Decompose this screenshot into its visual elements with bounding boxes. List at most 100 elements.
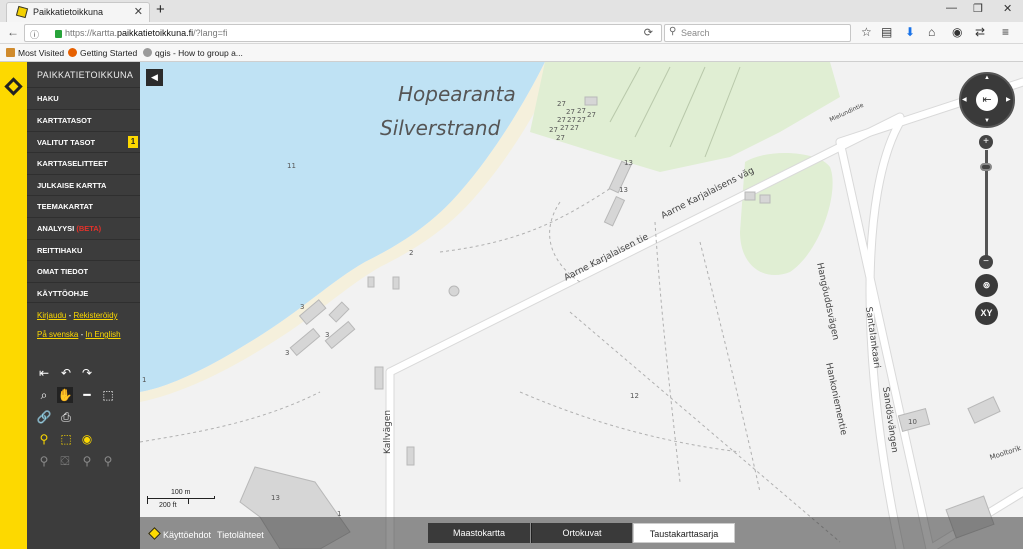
undo-icon[interactable]: ↶ [58,365,74,381]
register-link[interactable]: Rekisteröidy [74,311,118,320]
measure-area-icon[interactable]: ⬚ [100,387,116,403]
browser-tab[interactable]: Paikkatietoikkuna ✕ [6,2,150,22]
xy-coordinate-button[interactable]: XY [975,302,998,325]
bookmark-star-icon[interactable]: ☆ [861,25,872,39]
menu-omat-tiedot[interactable]: OMAT TIEDOT [27,260,140,281]
menu-analyysi[interactable]: ANALYYSI (BETA) [27,217,140,238]
reset-map-icon[interactable]: ⇤ [974,87,1000,113]
window-close-icon[interactable]: ✕ [1003,2,1012,15]
pan-hand-icon[interactable]: ✋ [57,387,73,403]
bookmark-label: Getting Started [80,48,138,58]
map-number: 27 [549,126,558,134]
pan-down-icon[interactable]: ▼ [984,118,990,124]
measure-line-icon[interactable]: ━ [79,387,95,403]
sea-area [140,62,545,392]
zoom-slider-handle[interactable] [980,163,992,171]
url-prefix: https://kartta. [65,28,118,38]
menu-label: KARTTATASOT [37,116,92,125]
link-icon[interactable]: 🔗 [36,409,52,425]
map-number: 27 [557,100,566,108]
select-area-icon[interactable]: ⬚ [58,431,74,447]
separator: - [80,330,84,339]
remove-marker-icon[interactable]: ⚲ [100,453,116,469]
my-location-button[interactable]: ⊚ [975,274,998,297]
close-tab-icon[interactable]: ✕ [134,5,143,18]
url-suffix: /?lang=fi [193,28,228,38]
bookmark-getting-started[interactable]: Getting Started [68,48,137,58]
new-tab-icon[interactable]: + [156,1,165,18]
add-point-icon[interactable]: ⚲ [36,453,52,469]
add-area-icon[interactable]: ⛋ [57,453,73,469]
pan-right-icon[interactable]: ▶ [1006,96,1011,103]
selected-layers-badge: 1 [128,136,138,148]
basemap-taustakarttasarja[interactable]: Taustakarttasarja [633,523,735,543]
login-links: Kirjaudu - Rekisteröidy [37,311,118,320]
search-icon: ⚲ [669,26,677,37]
home-icon[interactable]: ⌂ [928,25,935,39]
swedish-link[interactable]: På svenska [37,330,78,339]
search-placeholder: Search [681,28,710,38]
menu-karttatasot[interactable]: KARTTATASOT [27,109,140,130]
menu-karttaselitteet[interactable]: KARTTASELITTEET [27,152,140,173]
menu-reittihaku[interactable]: REITTIHAKU [27,239,140,260]
reset-view-icon[interactable]: ⇤ [36,365,52,381]
terms-link[interactable]: Käyttöehdot [163,530,211,540]
menu-julkaise-kartta[interactable]: JULKAISE KARTTA [27,174,140,195]
map-number: 10 [908,418,917,426]
reload-icon[interactable]: ⟳ [644,26,653,39]
place-name-fi: Hopearanta [398,82,516,106]
map-number: 2 [409,249,414,257]
map-canvas [140,62,1023,549]
bookmark-label: Most Visited [18,48,65,58]
menu-label: OMAT TIEDOT [37,267,89,276]
redo-icon[interactable]: ↷ [79,365,95,381]
login-link[interactable]: Kirjaudu [37,311,66,320]
menu-teemakartat[interactable]: TEEMAKARTAT [27,195,140,216]
back-icon[interactable]: ← [7,25,19,39]
bookmarks-bar: Most Visited Getting Started qgis - How … [0,44,1023,62]
pocket-icon[interactable]: ◉ [952,25,962,39]
map-number: 27 [556,134,565,142]
wfs-tool-icon[interactable]: ◉ [79,431,95,447]
pan-left-icon[interactable]: ◀ [962,96,967,103]
scale-bar: 100 m 200 ft [147,489,215,509]
menu-haku[interactable]: HAKU [27,87,140,108]
sources-link[interactable]: Tietolähteet [217,530,264,540]
zoom-out-button[interactable]: − [979,255,993,269]
menu-label: JULKAISE KARTTA [37,181,107,190]
menu-label: HAKU [37,94,59,103]
site-info-icon[interactable]: ⓘ [30,28,39,41]
menu-valitut-tasot[interactable]: VALITUT TASOT 1 [27,131,140,152]
search-input[interactable]: ⚲ Search [664,24,851,42]
bookmark-most-visited[interactable]: Most Visited [6,48,64,58]
sync-icon[interactable]: ⇄ [975,25,985,39]
menu-label: ANALYYSI [37,224,75,233]
brand-title: PAIKKATIETOIKKUNA [37,70,134,80]
menu-label: TEEMAKARTAT [37,202,93,211]
bookmark-label: qgis - How to group a... [155,48,243,58]
pan-up-icon[interactable]: ▲ [984,75,990,81]
url-bar[interactable]: ⓘ https://kartta.paikkatietoikkuna.fi/?l… [24,24,662,42]
add-line-icon[interactable]: ⚲ [79,453,95,469]
map-view[interactable]: Hopearanta Silverstrand Aarne Karjalaise… [140,62,1023,549]
pan-control[interactable]: ▲ ▼ ◀ ▶ ⇤ [959,72,1015,128]
collapse-sidebar-button[interactable]: ◀ [146,69,163,86]
minimize-icon[interactable]: — [946,2,957,14]
reading-list-icon[interactable]: ▤ [881,25,892,39]
feature-info-icon[interactable]: ⚲ [36,431,52,447]
bookmark-qgis[interactable]: qgis - How to group a... [143,48,243,58]
print-icon[interactable]: ⎙ [58,409,74,425]
folder-icon [6,48,15,57]
map-number: 27 [567,116,576,124]
downloads-icon[interactable]: ⬇ [905,25,915,39]
restore-icon[interactable]: ❐ [973,2,983,15]
menu-kayttoohje[interactable]: KÄYTTÖOHJE [27,282,140,303]
english-link[interactable]: In English [86,330,121,339]
menu-icon[interactable]: ≡ [1002,25,1009,39]
zoom-box-icon[interactable]: ⌕ [36,387,52,403]
zoom-in-button[interactable]: + [979,135,993,149]
map-number: 27 [577,107,586,115]
menu-label: VALITUT TASOT [37,138,96,147]
basemap-ortokuvat[interactable]: Ortokuvat [531,523,632,543]
basemap-maastokartta[interactable]: Maastokartta [428,523,530,543]
